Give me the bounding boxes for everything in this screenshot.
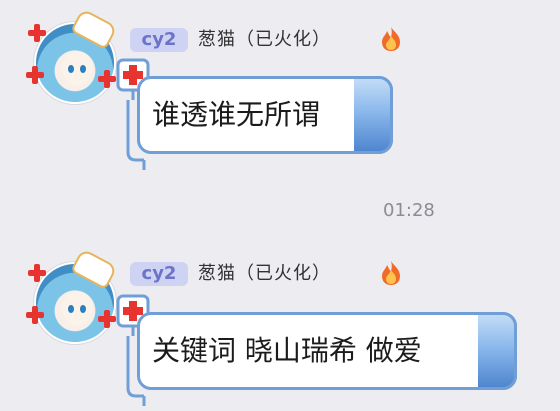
message-bubble[interactable]: 谁透谁无所谓: [137, 76, 393, 154]
red-cross-icon: [28, 264, 46, 282]
flame-icon: [382, 27, 400, 51]
bubble-endcap: [478, 312, 517, 390]
avatar-face: [62, 292, 92, 326]
avatar-face: [62, 52, 92, 86]
member-level-badge[interactable]: cy2: [130, 28, 188, 52]
member-level-badge[interactable]: cy2: [130, 262, 188, 286]
avatar[interactable]: [26, 248, 120, 346]
timestamp: 01:28: [383, 200, 435, 221]
avatar-image: [34, 8, 118, 104]
avatar[interactable]: [26, 8, 120, 106]
eye-icon: [68, 65, 74, 73]
red-cross-icon: [26, 306, 44, 324]
avatar-image: [34, 248, 118, 344]
flame-icon: [382, 261, 400, 285]
message-text: 谁透谁无所谓: [152, 98, 321, 131]
nurse-cap-icon: [70, 248, 118, 290]
bubble-endcap: [354, 76, 393, 154]
chat-message: cy2 葱猫（已火化） 谁透谁无所谓: [0, 0, 560, 180]
red-cross-icon: [26, 66, 44, 84]
chat-message: cy2 葱猫（已火化） 关键词 晓山瑞希 做爱: [0, 240, 560, 411]
red-cross-icon: [28, 24, 46, 42]
message-bubble[interactable]: 关键词 晓山瑞希 做爱: [137, 312, 517, 390]
eye-icon: [68, 305, 74, 313]
sender-name[interactable]: 葱猫（已火化）: [198, 28, 331, 52]
message-text: 关键词 晓山瑞希 做爱: [152, 334, 422, 367]
nurse-cap-icon: [70, 8, 118, 50]
eye-icon: [80, 305, 86, 313]
eye-icon: [80, 65, 86, 73]
sender-name[interactable]: 葱猫（已火化）: [198, 262, 331, 286]
